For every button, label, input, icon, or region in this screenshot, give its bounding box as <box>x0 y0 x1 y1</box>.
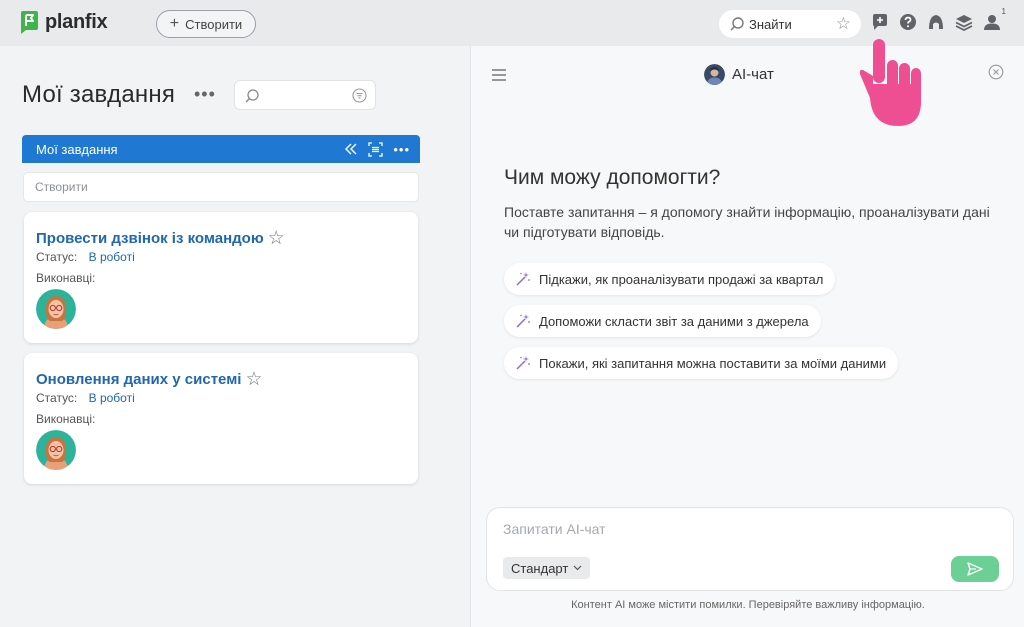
suggestion-label: Підкажи, як проаналізувати продажі за кв… <box>539 271 824 287</box>
help-description: Поставте запитання – я допомогу знайти і… <box>504 204 990 240</box>
task-status: Статус: В роботі <box>36 250 135 264</box>
chevron-down-icon <box>573 565 582 571</box>
magic-wand-icon <box>516 272 530 286</box>
hamburger-menu-icon[interactable] <box>491 68 507 82</box>
task-card[interactable]: Провести дзвінок із командою ☆ Статус: В… <box>24 212 418 343</box>
logo-text: planfix <box>45 10 108 33</box>
ai-chat-panel: AI-чат Чим можу допомогти? Поставте запи… <box>470 46 1024 627</box>
chat-input-box[interactable]: Запитати AI-чат Стандарт <box>486 507 1014 591</box>
status-value[interactable]: В роботі <box>89 391 135 405</box>
suggestion-chip[interactable]: Допоможи скласти звіт за даними з джерел… <box>504 305 821 337</box>
global-search-input[interactable]: Знайти ☆ <box>719 10 861 38</box>
search-placeholder: Знайти <box>749 16 792 32</box>
task-star-icon[interactable]: ☆ <box>245 368 262 391</box>
lamp-icon[interactable] <box>927 12 945 32</box>
magic-wand-icon <box>516 356 530 370</box>
search-icon <box>730 17 744 31</box>
chat-header: AI-чат <box>704 64 774 85</box>
tasks-search-input[interactable] <box>234 80 376 110</box>
task-title-text[interactable]: Оновлення даних у системі <box>36 371 241 388</box>
task-title-text[interactable]: Провести дзвінок із командою <box>36 230 264 247</box>
ai-disclaimer: Контент AI може містити помилки. Перевір… <box>571 599 925 611</box>
task-title[interactable]: Оновлення даних у системі ☆ <box>36 368 263 391</box>
user-icon[interactable]: 1 <box>983 7 1006 32</box>
plus-icon: + <box>169 15 180 32</box>
chat-title: AI-чат <box>732 66 774 83</box>
executor-avatar[interactable] <box>36 430 76 470</box>
executor-avatar[interactable] <box>36 289 76 329</box>
send-button[interactable] <box>951 556 999 582</box>
suggestion-label: Допоможи скласти звіт за даними з джерел… <box>539 313 809 329</box>
tasks-panel: Мої завдання ••• Мої завдання ••• Створи… <box>0 46 468 627</box>
status-label: Статус: <box>36 250 78 264</box>
search-icon <box>245 89 259 103</box>
page-more-button[interactable]: ••• <box>194 84 216 105</box>
create-button-label: Створити <box>185 16 243 32</box>
help-heading: Чим можу допомогти? <box>504 166 721 189</box>
create-task-input[interactable]: Створити <box>24 173 418 201</box>
task-card[interactable]: Оновлення даних у системі ☆ Статус: В ро… <box>24 353 418 484</box>
favorites-star-icon[interactable]: ☆ <box>836 14 851 34</box>
scan-icon[interactable] <box>368 141 383 157</box>
planfix-logo[interactable]: planfix <box>20 10 108 34</box>
mode-select[interactable]: Стандарт <box>503 557 591 579</box>
filter-icon[interactable] <box>352 88 367 103</box>
logo-flag-icon <box>20 10 40 34</box>
close-icon[interactable] <box>988 64 1004 80</box>
list-more-icon[interactable]: ••• <box>393 142 410 157</box>
suggestion-label: Покажи, які запитання можна поставити за… <box>539 355 887 371</box>
top-icons: 1 <box>871 7 1006 32</box>
send-icon <box>967 562 983 576</box>
layers-icon[interactable] <box>955 12 973 32</box>
add-message-icon[interactable] <box>871 12 889 32</box>
suggestion-chip[interactable]: Підкажи, як проаналізувати продажі за кв… <box>504 263 836 295</box>
task-star-icon[interactable]: ☆ <box>268 227 285 250</box>
status-label: Статус: <box>36 391 78 405</box>
task-title[interactable]: Провести дзвінок із командою ☆ <box>36 227 285 250</box>
ai-avatar <box>704 64 725 85</box>
executors-label: Виконавці: <box>36 412 96 426</box>
task-status: Статус: В роботі <box>36 391 135 405</box>
page-title: Мої завдання <box>22 81 176 108</box>
create-button[interactable]: + Створити <box>156 10 256 38</box>
help-icon[interactable] <box>899 12 917 32</box>
user-notification-badge: 1 <box>1001 7 1006 16</box>
status-value[interactable]: В роботі <box>89 250 135 264</box>
mode-value: Стандарт <box>511 560 569 576</box>
collapse-icon[interactable] <box>344 142 358 156</box>
list-header-icons: ••• <box>344 142 420 157</box>
task-list-title: Мої завдання <box>36 141 118 157</box>
executors-label: Виконавці: <box>36 271 96 285</box>
magic-wand-icon <box>516 314 530 328</box>
chat-input-placeholder[interactable]: Запитати AI-чат <box>503 521 606 537</box>
suggestion-chip[interactable]: Покажи, які запитання можна поставити за… <box>504 347 899 379</box>
pointing-hand-icon <box>859 39 921 126</box>
task-list-header[interactable]: Мої завдання ••• <box>22 135 420 163</box>
